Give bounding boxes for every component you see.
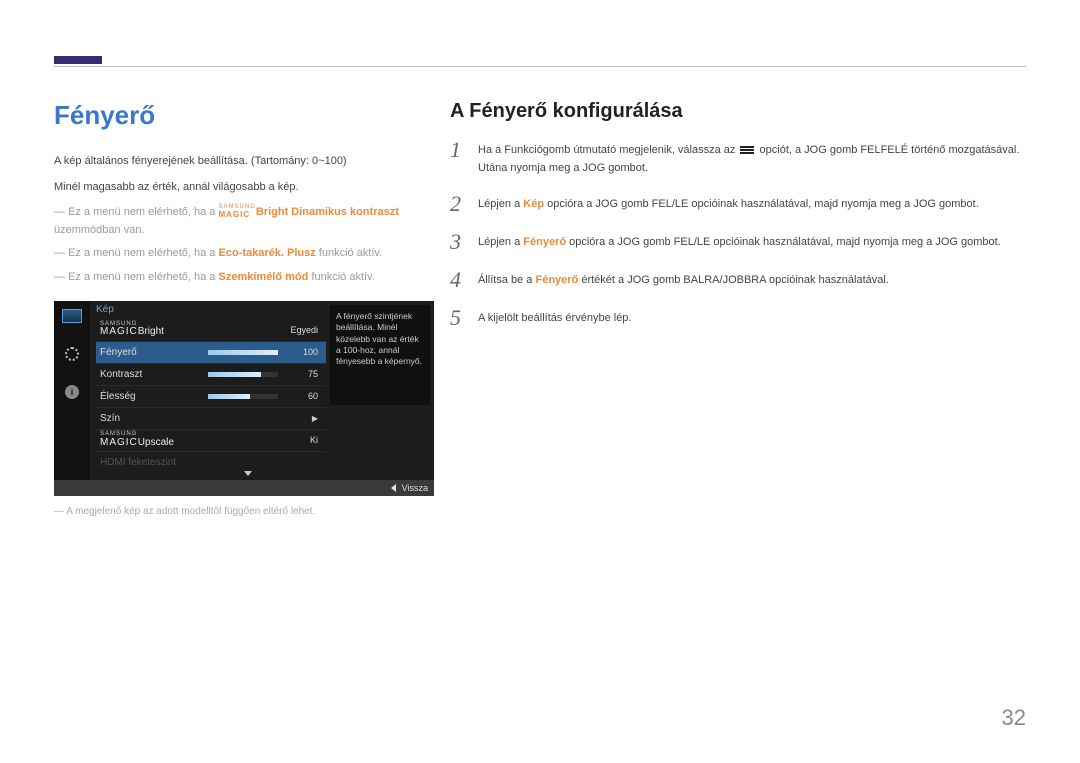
osd-header: Kép — [96, 304, 114, 315]
note-2-mode: Eco-takarék. Plusz — [219, 247, 316, 259]
osd-upscale-value: Ki — [282, 435, 322, 445]
note-2-post: funkció aktív. — [319, 247, 382, 259]
note-2: Ez a menü nem elérhető, ha a Eco-takarék… — [54, 245, 434, 263]
step-text: Állítsa be a Fényerő értékét a JOG gomb … — [478, 269, 889, 290]
osd-contrast-bar — [208, 372, 278, 377]
note-3-post: funkció aktív. — [311, 271, 374, 283]
triangle-left-icon — [391, 484, 396, 492]
description-2: Minél magasabb az érték, annál világosab… — [54, 179, 434, 197]
osd-footer: Vissza — [54, 480, 434, 496]
section-title: Fényerő — [54, 100, 434, 131]
subsection-title: A Fényerő konfigurálása — [450, 100, 1026, 123]
osd-upscale-label: Upscale — [138, 437, 174, 448]
osd-row-magicbright: SAMSUNG MAGICBright Egyedi — [96, 319, 326, 341]
note-1-post: üzemmódban van. — [54, 224, 145, 236]
osd-magic-text-2: MAGIC — [100, 437, 138, 448]
right-column: A Fényerő konfigurálása 1 Ha a Funkciógo… — [450, 100, 1026, 345]
step-3-pre: Lépjen a — [478, 236, 523, 248]
step-number: 2 — [450, 193, 478, 215]
page-header-rule — [54, 66, 1026, 67]
osd-tooltip: A fényerő szintjének beállítása. Minél k… — [330, 305, 430, 405]
step-4-hl: Fényerő — [535, 274, 578, 286]
osd-footnote: A megjelenő kép az adott modelltől függő… — [54, 506, 434, 517]
step-4: 4 Állítsa be a Fényerő értékét a JOG gom… — [450, 269, 1026, 291]
step-text: A kijelölt beállítás érvénybe lép. — [478, 307, 631, 328]
step-2-hl: Kép — [523, 198, 544, 210]
note-2-pre: Ez a menü nem elérhető, ha a — [68, 247, 218, 259]
magic-brand-text: MAGIC — [219, 210, 251, 219]
note-1: Ez a menü nem elérhető, ha a SAMSUNG MAG… — [54, 204, 434, 239]
info-icon: i — [61, 383, 83, 401]
step-5: 5 A kijelölt beállítás érvénybe lép. — [450, 307, 1026, 329]
osd-row-contrast: Kontraszt 75 — [96, 363, 326, 385]
osd-bright-value: Egyedi — [282, 325, 322, 335]
osd-row-sharpness: Élesség 60 — [96, 385, 326, 407]
osd-sharpness-bar — [208, 394, 278, 399]
step-2-pre: Lépjen a — [478, 198, 523, 210]
osd-row-brightness: Fényerő 100 — [96, 341, 326, 363]
osd-brightness-value: 100 — [282, 347, 322, 357]
step-3: 3 Lépjen a Fényerő opcióra a JOG gomb FE… — [450, 231, 1026, 253]
menu-icon — [740, 146, 754, 155]
osd-screenshot: i Kép SAMSUNG MAGICBright Egyedi Fényerő… — [54, 301, 434, 496]
left-column: Fényerő A kép általános fényerejének beá… — [54, 100, 434, 517]
osd-sharpness-value: 60 — [282, 391, 322, 401]
page-header-accent — [54, 56, 102, 64]
osd-footer-back: Vissza — [402, 483, 428, 493]
step-text: Ha a Funkciógomb útmutató megjelenik, vá… — [478, 139, 1026, 177]
step-text: Lépjen a Fényerő opcióra a JOG gomb FEL/… — [478, 231, 1001, 252]
osd-color-label: Szín — [100, 413, 282, 424]
step-4-post: értékét a JOG gomb BALRA/JOBBRA opcióina… — [578, 274, 889, 286]
gear-icon — [61, 345, 83, 363]
step-1: 1 Ha a Funkciógomb útmutató megjelenik, … — [450, 139, 1026, 177]
monitor-icon — [61, 307, 83, 325]
note-3: Ez a menü nem elérhető, ha a Szemkímélő … — [54, 269, 434, 287]
step-5-pre: A kijelölt beállítás érvénybe lép. — [478, 312, 631, 324]
note-1-bright: Bright — [256, 206, 288, 218]
page-number: 32 — [1002, 705, 1026, 731]
osd-brightness-label: Fényerő — [100, 347, 208, 358]
osd-brightness-bar — [208, 350, 278, 355]
osd-sidebar: i — [54, 301, 90, 496]
step-2-post: opcióra a JOG gomb FEL/LE opcióinak hasz… — [544, 198, 979, 210]
chevron-right-icon: ▶ — [282, 414, 322, 423]
step-number: 5 — [450, 307, 478, 329]
note-3-pre: Ez a menü nem elérhető, ha a — [68, 271, 218, 283]
step-number: 1 — [450, 139, 478, 161]
osd-body: SAMSUNG MAGICBright Egyedi Fényerő 100 K… — [96, 319, 326, 478]
osd-row-hdmi: HDMI feketeszint — [96, 451, 326, 473]
step-text: Lépjen a Kép opcióra a JOG gomb FEL/LE o… — [478, 193, 979, 214]
step-number: 3 — [450, 231, 478, 253]
chevron-down-icon — [244, 471, 252, 476]
osd-row-color: Szín ▶ — [96, 407, 326, 429]
osd-hdmi-label: HDMI feketeszint — [100, 457, 322, 468]
note-1-pre: Ez a menü nem elérhető, ha a — [68, 206, 218, 218]
note-3-mode: Szemkímélő mód — [219, 271, 309, 283]
osd-magic-text: MAGIC — [100, 326, 138, 337]
osd-contrast-value: 75 — [282, 369, 322, 379]
step-2: 2 Lépjen a Kép opcióra a JOG gomb FEL/LE… — [450, 193, 1026, 215]
description-1: A kép általános fényerejének beállítása.… — [54, 153, 434, 171]
step-3-hl: Fényerő — [523, 236, 566, 248]
step-1-pre: Ha a Funkciógomb útmutató megjelenik, vá… — [478, 144, 738, 156]
step-number: 4 — [450, 269, 478, 291]
osd-bright-label: Bright — [138, 326, 164, 337]
osd-contrast-label: Kontraszt — [100, 369, 208, 380]
steps-list: 1 Ha a Funkciógomb útmutató megjelenik, … — [450, 139, 1026, 329]
step-4-pre: Állítsa be a — [478, 274, 535, 286]
step-3-post: opcióra a JOG gomb FEL/LE opcióinak hasz… — [566, 236, 1001, 248]
osd-sharpness-label: Élesség — [100, 391, 208, 402]
osd-row-upscale: SAMSUNG MAGICUpscale Ki — [96, 429, 326, 451]
note-1-mode: Dinamikus kontraszt — [288, 206, 399, 218]
